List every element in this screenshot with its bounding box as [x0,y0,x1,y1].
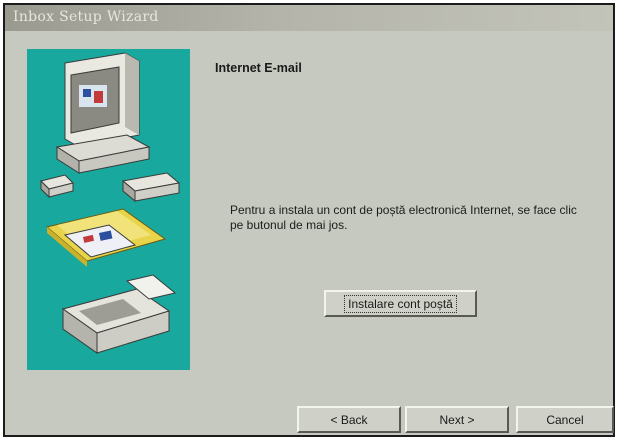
back-button[interactable]: < Back [297,406,401,433]
wizard-illustration [27,49,190,370]
install-account-button-label: Instalare cont poștă [344,294,457,313]
computer-devices-illustration-icon [40,52,181,354]
install-account-button[interactable]: Instalare cont poștă [324,290,477,317]
setup-wizard-window: Inbox Setup Wizard Internet E-mail Pentr… [3,3,615,437]
page-heading: Internet E-mail [215,61,302,75]
page-description: Pentru a instala un cont de poștă electr… [230,203,577,232]
title-bar[interactable]: Inbox Setup Wizard [5,5,613,31]
window-title: Inbox Setup Wizard [13,9,159,25]
cancel-button[interactable]: Cancel [516,406,614,433]
next-button[interactable]: Next > [405,406,509,433]
